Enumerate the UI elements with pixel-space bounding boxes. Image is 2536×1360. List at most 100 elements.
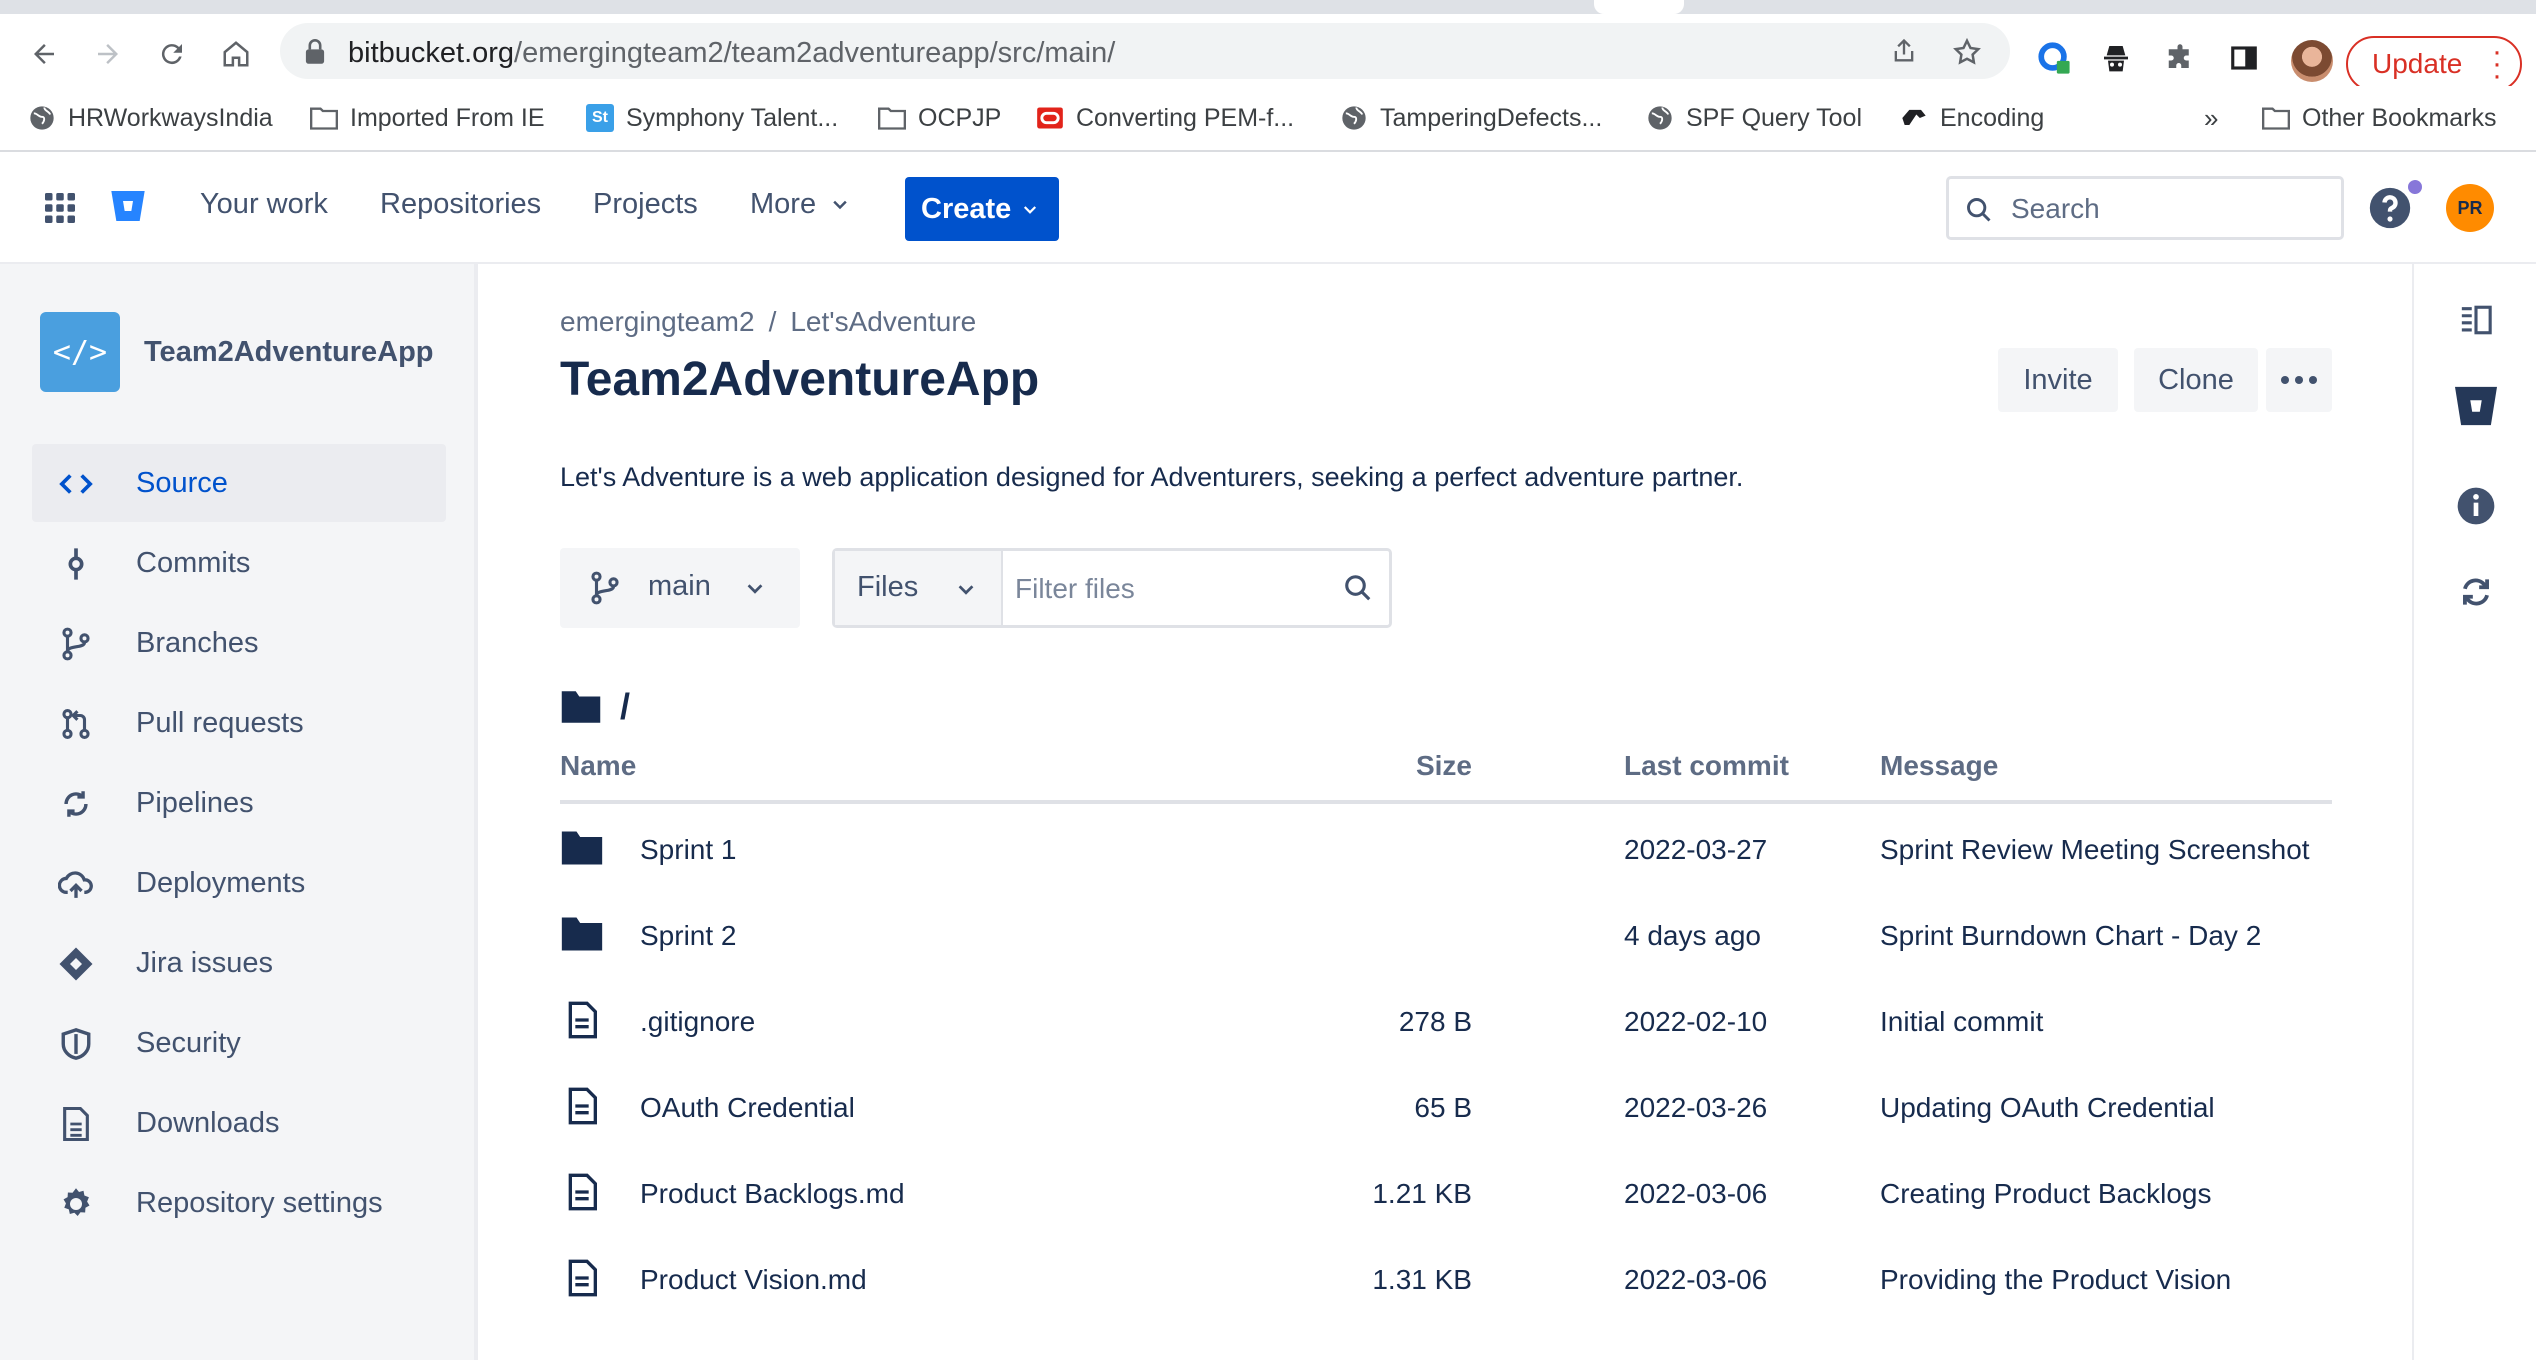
- row-name[interactable]: Product Vision.md: [640, 1264, 867, 1296]
- sidebar-item-deployments[interactable]: Deployments: [32, 844, 446, 922]
- table-row[interactable]: Sprint 2 4 days ago Sprint Burndown Char…: [560, 894, 2332, 980]
- profile-avatar[interactable]: [2291, 40, 2333, 82]
- table-row[interactable]: .gitignore 278 B 2022-02-10 Initial comm…: [560, 980, 2332, 1066]
- reload-button[interactable]: [152, 34, 192, 74]
- bookmarks-bar: HRWorkwaysIndia Imported From IE St Symp…: [0, 86, 2536, 152]
- row-message[interactable]: Creating Product Backlogs: [1880, 1178, 2212, 1210]
- sidebar-item-repository-settings[interactable]: Repository settings: [32, 1164, 446, 1242]
- table-row[interactable]: Sprint 1 2022-03-27 Sprint Review Meetin…: [560, 808, 2332, 894]
- arrow-left-icon: [34, 44, 54, 64]
- path-root[interactable]: /: [620, 686, 630, 728]
- sidebar-item-jira-issues[interactable]: Jira issues: [32, 924, 446, 1002]
- bookmark-converting-pem[interactable]: Converting PEM-f...: [1036, 100, 1294, 136]
- sidebar-item-branches[interactable]: Branches: [32, 604, 446, 682]
- file-filter: Files Filter files: [832, 548, 1392, 628]
- sidebar-item-security[interactable]: Security: [32, 1004, 446, 1082]
- sidebar-item-pull-requests[interactable]: Pull requests: [32, 684, 446, 762]
- sidebar-item-source[interactable]: Source: [32, 444, 446, 522]
- table-row[interactable]: Product Backlogs.md 1.21 KB 2022-03-06 C…: [560, 1152, 2332, 1238]
- right-rail: [2412, 264, 2536, 1360]
- row-last-commit[interactable]: 2022-03-27: [1624, 834, 1767, 866]
- address-bar[interactable]: bitbucket.org/emergingteam2/team2adventu…: [280, 23, 2010, 79]
- search-icon: [1967, 198, 1991, 222]
- extension-spy-icon[interactable]: [2098, 40, 2134, 76]
- column-last-commit[interactable]: Last commit: [1624, 750, 1789, 782]
- invite-button[interactable]: Invite: [1998, 348, 2118, 412]
- row-last-commit[interactable]: 2022-03-06: [1624, 1264, 1767, 1296]
- row-name[interactable]: .gitignore: [640, 1006, 755, 1038]
- search-input[interactable]: Search: [1946, 176, 2344, 240]
- sidebar-item-label: Security: [136, 1026, 241, 1059]
- row-name[interactable]: Sprint 1: [640, 834, 737, 866]
- row-name[interactable]: Sprint 2: [640, 920, 737, 952]
- bookmarks-overflow-button[interactable]: »: [2204, 100, 2218, 136]
- st-icon: St: [586, 104, 614, 132]
- repo-header[interactable]: </> Team2AdventureApp: [40, 312, 434, 392]
- bookmark-label: TamperingDefects...: [1380, 103, 1603, 132]
- bookmark-imported-from-ie[interactable]: Imported From IE: [310, 100, 545, 136]
- row-message[interactable]: Initial commit: [1880, 1006, 2043, 1038]
- row-last-commit[interactable]: 2022-03-26: [1624, 1092, 1767, 1124]
- update-button[interactable]: Update · · ·: [2346, 36, 2522, 92]
- side-panel-icon[interactable]: [2226, 40, 2262, 76]
- bookmark-hrworkwaysindia[interactable]: HRWorkwaysIndia: [28, 100, 273, 136]
- bookmark-encoding[interactable]: Encoding: [1900, 100, 2044, 136]
- panel-toggle-icon: [2461, 305, 2492, 335]
- sync-button[interactable]: [2452, 568, 2500, 616]
- branch-selector[interactable]: main: [560, 548, 800, 628]
- nav-projects[interactable]: Projects: [593, 188, 698, 221]
- row-name[interactable]: OAuth Credential: [640, 1092, 855, 1124]
- row-last-commit[interactable]: 2022-02-10: [1624, 1006, 1767, 1038]
- bookmark-tampering-defects[interactable]: TamperingDefects...: [1340, 100, 1602, 136]
- bookmark-other-bookmarks[interactable]: Other Bookmarks: [2262, 100, 2497, 136]
- row-name[interactable]: Product Backlogs.md: [640, 1178, 905, 1210]
- folder-icon: [561, 691, 601, 723]
- extensions-puzzle-icon[interactable]: [2162, 40, 2198, 76]
- nav-more[interactable]: More: [750, 188, 850, 221]
- column-name[interactable]: Name: [560, 750, 636, 782]
- bitbucket-logo-icon[interactable]: [108, 186, 148, 226]
- row-message[interactable]: Sprint Burndown Chart - Day 2: [1880, 920, 2261, 952]
- row-message[interactable]: Updating OAuth Credential: [1880, 1092, 2215, 1124]
- branch-name: main: [648, 570, 711, 602]
- app-switcher-icon[interactable]: [42, 190, 78, 226]
- home-button[interactable]: [216, 34, 256, 74]
- extension-c-icon[interactable]: [2036, 40, 2072, 76]
- nav-repositories[interactable]: Repositories: [380, 188, 541, 221]
- user-avatar[interactable]: PR: [2446, 184, 2494, 232]
- row-last-commit[interactable]: 2022-03-06: [1624, 1178, 1767, 1210]
- sidebar-item-pipelines[interactable]: Pipelines: [32, 764, 446, 842]
- back-button[interactable]: [24, 34, 64, 74]
- bookmark-star-icon[interactable]: [1952, 37, 1982, 67]
- bookmark-spf-query-tool[interactable]: SPF Query Tool: [1646, 100, 1862, 136]
- nav-your-work[interactable]: Your work: [200, 188, 328, 221]
- create-button[interactable]: Create: [905, 177, 1059, 241]
- breadcrumb-project[interactable]: Let'sAdventure: [790, 306, 976, 337]
- files-type-select[interactable]: Files: [835, 551, 1003, 625]
- column-size[interactable]: Size: [1416, 750, 1472, 782]
- filter-files-input[interactable]: Filter files: [1015, 573, 1135, 605]
- breadcrumb-workspace[interactable]: emergingteam2: [560, 306, 755, 337]
- info-button[interactable]: [2452, 482, 2500, 530]
- sidebar-item-commits[interactable]: Commits: [32, 524, 446, 602]
- browser-active-tab[interactable]: [1594, 0, 1684, 14]
- gear-icon: [58, 1186, 94, 1222]
- sync-icon: [2463, 578, 2489, 606]
- bitbucket-panel-button[interactable]: [2452, 382, 2500, 430]
- help-icon[interactable]: [2368, 186, 2412, 230]
- sidebar-item-downloads[interactable]: Downloads: [32, 1084, 446, 1162]
- toggle-panel-button[interactable]: [2452, 296, 2500, 344]
- bookmark-symphony-talent[interactable]: St Symphony Talent...: [586, 100, 838, 136]
- clone-button[interactable]: Clone: [2134, 348, 2258, 412]
- bookmark-ocpjp[interactable]: OCPJP: [878, 100, 1001, 136]
- row-last-commit[interactable]: 4 days ago: [1624, 920, 1761, 952]
- share-icon[interactable]: [1890, 37, 1918, 65]
- forward-button[interactable]: [88, 34, 128, 74]
- column-message[interactable]: Message: [1880, 750, 1998, 782]
- more-actions-button[interactable]: [2266, 348, 2332, 412]
- branch-icon: [58, 626, 94, 662]
- row-message[interactable]: Sprint Review Meeting Screenshot: [1880, 834, 2310, 866]
- chevron-down-icon: [747, 584, 763, 594]
- row-message[interactable]: Providing the Product Vision: [1880, 1264, 2231, 1296]
- table-row[interactable]: OAuth Credential 65 B 2022-03-26 Updatin…: [560, 1066, 2332, 1152]
